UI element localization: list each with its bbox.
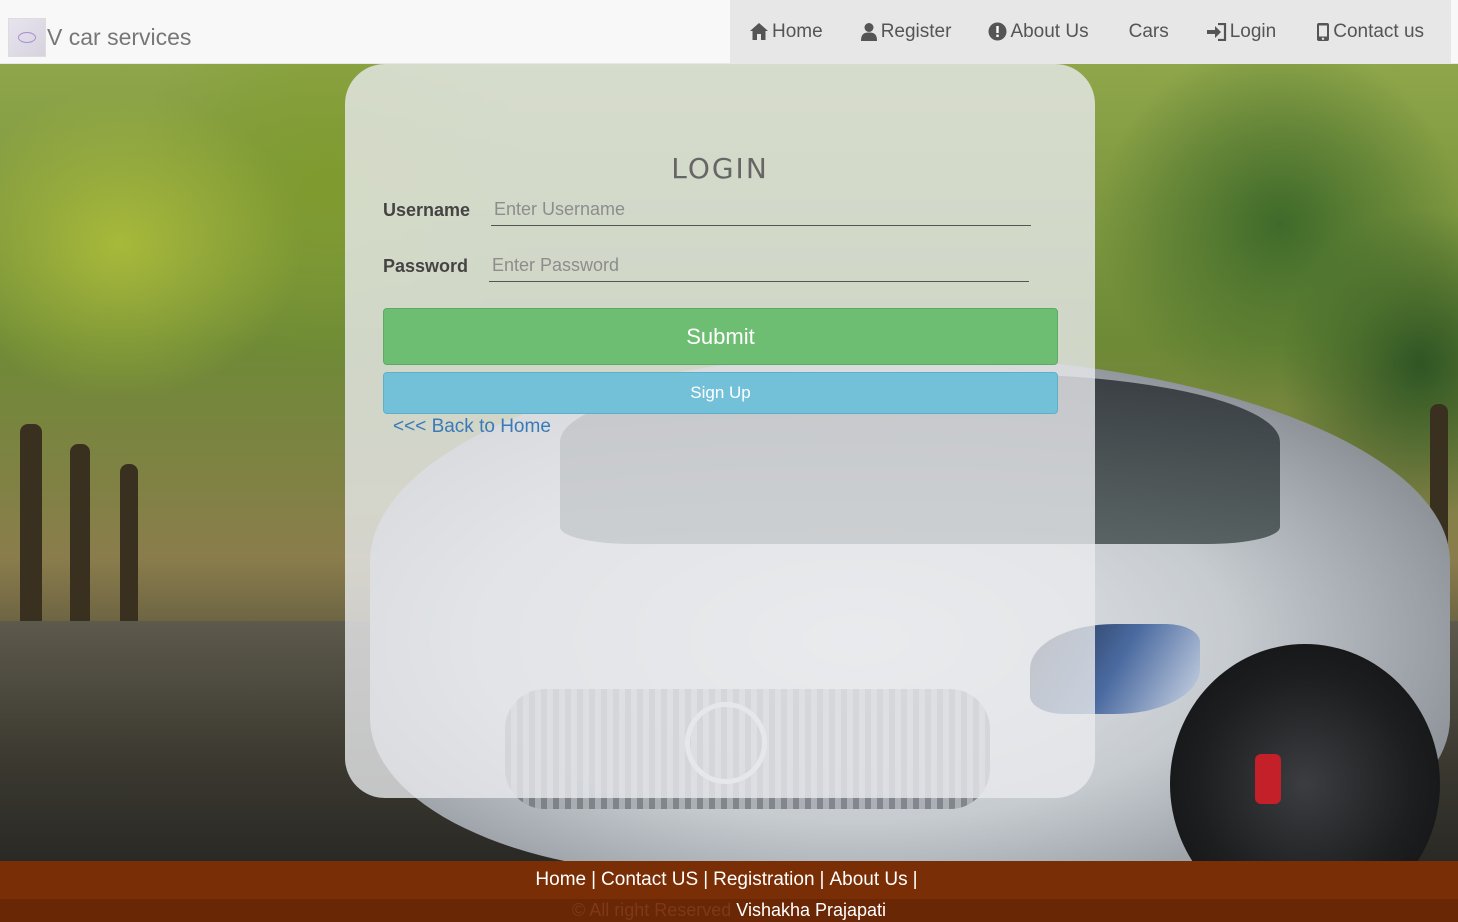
user-icon xyxy=(860,22,878,41)
nav-item-register[interactable]: Register xyxy=(842,21,971,43)
footer-link-registration[interactable]: Registration xyxy=(713,869,814,891)
password-label: Password xyxy=(383,256,469,276)
nav-item-home[interactable]: Home xyxy=(730,21,842,43)
nav-item-cars[interactable]: Cars xyxy=(1108,21,1188,43)
top-navbar: V car services Home Register About Us Ca… xyxy=(0,0,1458,64)
info-icon xyxy=(988,22,1007,41)
nav-item-about[interactable]: About Us xyxy=(970,21,1107,43)
brand[interactable]: V car services xyxy=(8,17,191,57)
nav-item-contact[interactable]: Contact us xyxy=(1295,21,1443,43)
nav-label-home: Home xyxy=(772,20,823,42)
nav-item-login[interactable]: Login xyxy=(1188,21,1296,43)
login-card: LOGIN Username Password Submit Sign Up <… xyxy=(345,64,1095,798)
password-input[interactable] xyxy=(489,250,1029,282)
back-to-home-link[interactable]: <<< Back to Home xyxy=(393,416,551,438)
submit-button[interactable]: Submit xyxy=(383,308,1058,365)
login-title: LOGIN xyxy=(671,152,769,185)
footer-link-contact[interactable]: Contact US xyxy=(601,869,698,891)
brand-logo-icon xyxy=(8,17,46,57)
username-label: Username xyxy=(383,200,471,220)
footer-separator: | xyxy=(703,869,709,890)
phone-icon xyxy=(1316,22,1330,42)
footer-link-about[interactable]: About Us xyxy=(829,869,907,891)
nav-label-register: Register xyxy=(880,20,952,42)
footer: Home | Contact US | Registration | About… xyxy=(0,861,1458,922)
home-icon xyxy=(749,22,769,41)
footer-separator: | xyxy=(912,869,918,890)
author-name: Vishakha Prajapati xyxy=(736,900,887,920)
username-input[interactable] xyxy=(491,194,1031,226)
footer-link-home[interactable]: Home xyxy=(535,869,586,891)
footer-copyright-bar: © All right Reserved Vishakha Prajapati xyxy=(0,899,1458,922)
nav-label-contact: Contact us xyxy=(1333,20,1425,42)
nav-label-about: About Us xyxy=(1010,20,1089,42)
nav-menu: Home Register About Us Cars Login Contac… xyxy=(730,0,1451,63)
nav-label-cars: Cars xyxy=(1128,20,1169,42)
sign-up-button[interactable]: Sign Up xyxy=(383,372,1058,414)
copyright-text: © All right Reserved xyxy=(571,900,732,920)
nav-label-login: Login xyxy=(1229,20,1277,42)
footer-links: Home | Contact US | Registration | About… xyxy=(0,862,1458,898)
login-icon xyxy=(1206,22,1227,41)
brand-name: V car services xyxy=(47,23,192,50)
footer-separator: | xyxy=(819,869,825,890)
footer-separator: | xyxy=(591,869,597,890)
